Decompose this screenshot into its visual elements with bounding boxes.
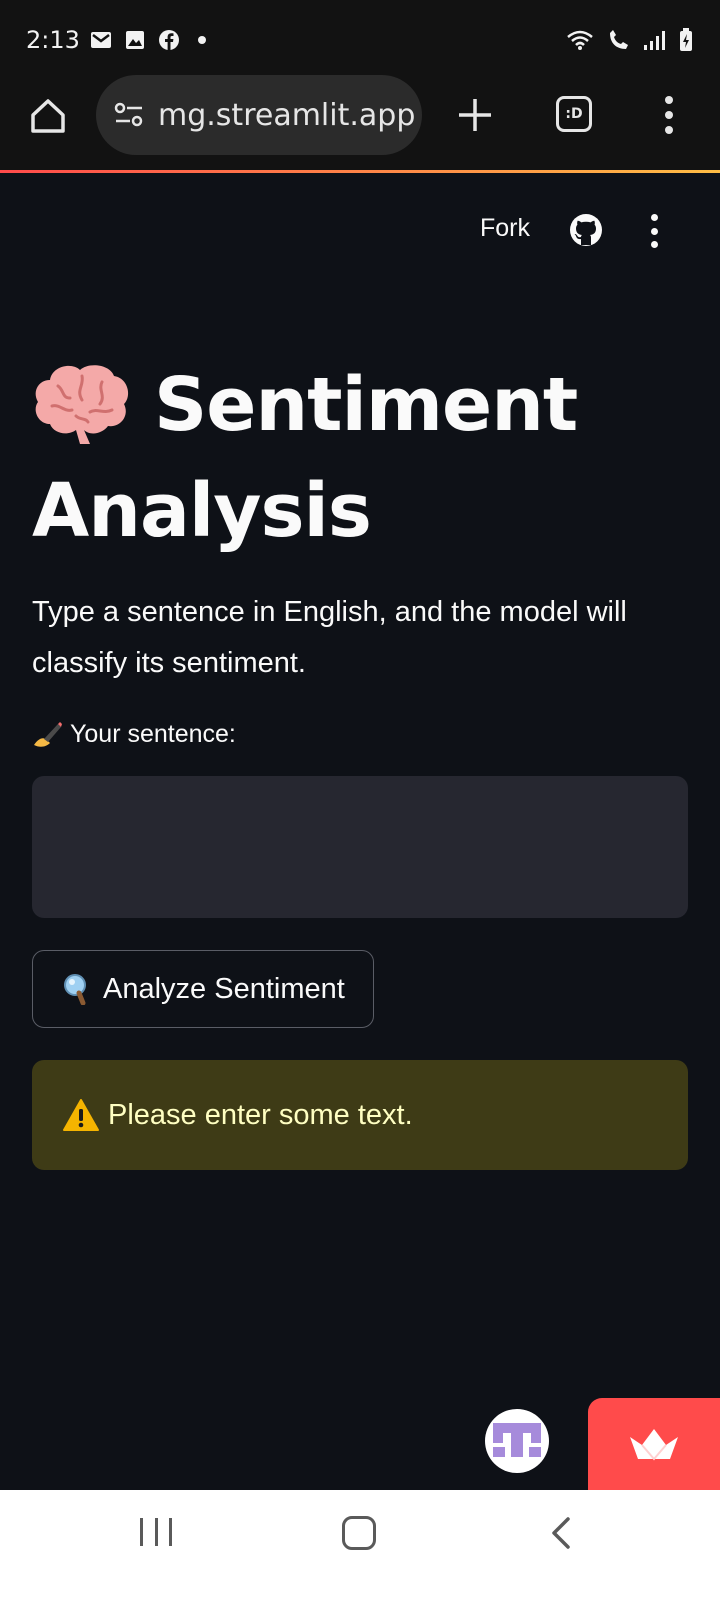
home-button[interactable] xyxy=(26,94,70,138)
gallery-icon xyxy=(124,30,146,50)
writing-hand-icon xyxy=(34,721,62,747)
streamlit-logo-icon xyxy=(630,1429,678,1461)
warning-alert: Please enter some text. xyxy=(32,1060,688,1170)
app-menu-button[interactable] xyxy=(644,214,664,248)
page-load-bar xyxy=(0,170,720,173)
notification-dot xyxy=(197,36,206,44)
recent-apps-button[interactable] xyxy=(140,1518,172,1550)
plus-icon xyxy=(459,99,491,131)
system-navigation-bar xyxy=(0,1490,720,1600)
magnifying-glass-icon xyxy=(64,974,86,1005)
browser-menu-button[interactable] xyxy=(654,92,684,138)
call-icon xyxy=(606,30,632,50)
system-icons xyxy=(566,28,694,51)
identicon-icon xyxy=(493,1423,541,1457)
site-settings-icon[interactable] xyxy=(114,101,144,129)
fork-link[interactable]: Fork xyxy=(480,214,530,243)
sentence-input[interactable] xyxy=(32,776,688,918)
url-text[interactable]: mg.streamlit.app xyxy=(158,98,415,133)
warning-text: Please enter some text. xyxy=(108,1098,413,1131)
page-description: Type a sentence in English, and the mode… xyxy=(32,596,627,679)
new-tab-button[interactable] xyxy=(452,92,498,138)
browser-toolbar: mg.streamlit.app :D xyxy=(0,70,720,170)
github-icon[interactable] xyxy=(568,212,604,248)
page-title: Sentiment Analysis xyxy=(32,362,578,554)
gmail-icon xyxy=(90,30,112,50)
input-label: Your sentence: xyxy=(32,720,236,749)
wifi-icon xyxy=(566,30,596,50)
status-bar: 2:13 xyxy=(0,0,720,80)
user-avatar[interactable] xyxy=(485,1409,549,1473)
chevron-left-icon xyxy=(552,1517,570,1549)
address-bar[interactable]: mg.streamlit.app xyxy=(96,75,422,155)
facebook-icon xyxy=(158,30,180,50)
analyze-button-label: Analyze Sentiment xyxy=(103,972,345,1005)
warning-icon xyxy=(63,1099,99,1131)
signal-icon xyxy=(642,30,668,50)
home-icon xyxy=(31,99,65,133)
system-home-button[interactable] xyxy=(342,1516,376,1550)
back-button[interactable] xyxy=(546,1516,576,1550)
status-time: 2:13 xyxy=(26,26,80,54)
streamlit-hosted-badge[interactable] xyxy=(588,1398,720,1490)
input-label-text: Your sentence: xyxy=(70,720,236,748)
tab-switcher-button[interactable]: :D xyxy=(556,96,592,132)
analyze-sentiment-button[interactable]: Analyze Sentiment xyxy=(32,950,374,1028)
notification-icons xyxy=(90,30,206,50)
battery-icon xyxy=(678,28,694,51)
